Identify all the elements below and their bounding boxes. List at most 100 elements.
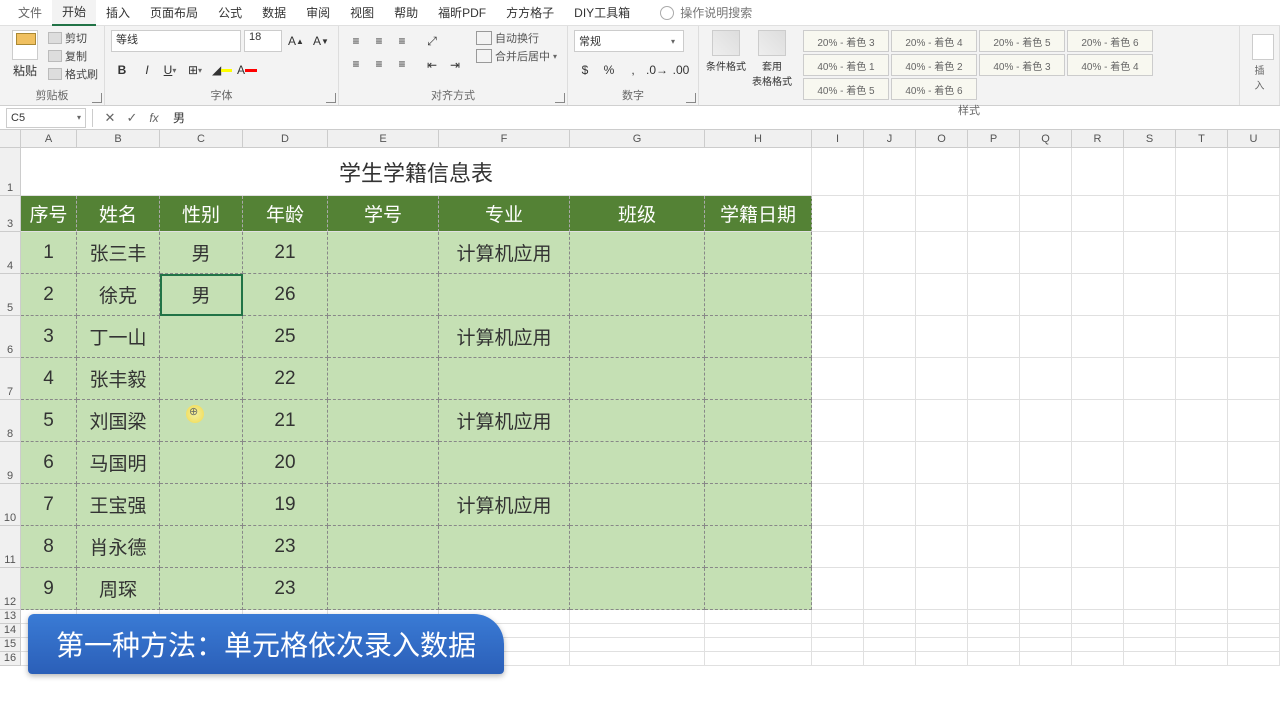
cell[interactable]: [1072, 652, 1124, 666]
header-cell[interactable]: 学籍日期: [705, 196, 812, 232]
style-item[interactable]: 40% - 着色 4: [1067, 54, 1153, 76]
style-item[interactable]: 40% - 着色 2: [891, 54, 977, 76]
data-cell[interactable]: 男: [160, 274, 243, 316]
data-cell[interactable]: 25: [243, 316, 328, 358]
decrease-decimal-button[interactable]: .00: [670, 59, 692, 81]
header-cell[interactable]: 专业: [439, 196, 570, 232]
cell[interactable]: [1072, 526, 1124, 568]
data-cell[interactable]: [328, 316, 439, 358]
increase-decimal-button[interactable]: .0→: [646, 59, 668, 81]
style-item[interactable]: 40% - 着色 6: [891, 78, 977, 100]
column-header[interactable]: R: [1072, 130, 1124, 147]
data-cell[interactable]: 7: [21, 484, 77, 526]
cell[interactable]: [1228, 316, 1280, 358]
clipboard-launcher[interactable]: [92, 93, 102, 103]
increase-indent-button[interactable]: ⇥: [444, 54, 466, 76]
cell[interactable]: [1124, 652, 1176, 666]
cell[interactable]: [812, 196, 864, 232]
align-middle-button[interactable]: ≡: [368, 30, 390, 52]
data-cell[interactable]: [328, 400, 439, 442]
row-header[interactable]: 8: [0, 400, 21, 442]
cell[interactable]: [1228, 358, 1280, 400]
cell[interactable]: [1124, 442, 1176, 484]
data-cell[interactable]: 3: [21, 316, 77, 358]
cell[interactable]: [1020, 638, 1072, 652]
data-cell[interactable]: 张丰毅: [77, 358, 160, 400]
column-header[interactable]: H: [705, 130, 812, 147]
cell[interactable]: [812, 568, 864, 610]
cell[interactable]: [1124, 484, 1176, 526]
cell[interactable]: [812, 148, 864, 196]
cell[interactable]: [705, 624, 812, 638]
column-header[interactable]: U: [1228, 130, 1280, 147]
cell[interactable]: [1176, 358, 1228, 400]
cell[interactable]: [812, 358, 864, 400]
number-launcher[interactable]: [686, 93, 696, 103]
cell[interactable]: [812, 638, 864, 652]
cell[interactable]: [1072, 442, 1124, 484]
cell[interactable]: [864, 624, 916, 638]
cell[interactable]: [968, 196, 1020, 232]
data-cell[interactable]: [705, 400, 812, 442]
merge-center-button[interactable]: 合并后居中▾: [476, 48, 561, 64]
data-cell[interactable]: [328, 232, 439, 274]
percent-button[interactable]: %: [598, 59, 620, 81]
cell[interactable]: [864, 638, 916, 652]
tab-review[interactable]: 审阅: [296, 0, 340, 25]
cell[interactable]: [1228, 568, 1280, 610]
cell[interactable]: [1072, 316, 1124, 358]
cell[interactable]: [1228, 442, 1280, 484]
data-cell[interactable]: 肖永德: [77, 526, 160, 568]
data-cell[interactable]: [570, 232, 705, 274]
column-header[interactable]: J: [864, 130, 916, 147]
data-cell[interactable]: [439, 358, 570, 400]
column-header[interactable]: E: [328, 130, 439, 147]
data-cell[interactable]: [160, 484, 243, 526]
cell[interactable]: [1020, 442, 1072, 484]
column-header[interactable]: I: [812, 130, 864, 147]
cell[interactable]: [1124, 148, 1176, 196]
column-header[interactable]: A: [21, 130, 77, 147]
cell[interactable]: [864, 358, 916, 400]
column-header[interactable]: Q: [1020, 130, 1072, 147]
data-cell[interactable]: [570, 358, 705, 400]
cell[interactable]: [1176, 316, 1228, 358]
tab-formulas[interactable]: 公式: [208, 0, 252, 25]
name-box[interactable]: C5 ▾: [6, 108, 86, 128]
data-cell[interactable]: 计算机应用: [439, 232, 570, 274]
data-cell[interactable]: [570, 400, 705, 442]
cell[interactable]: [968, 624, 1020, 638]
cell[interactable]: [570, 610, 705, 624]
orientation-button[interactable]: ⤢: [421, 30, 443, 52]
cell[interactable]: [864, 568, 916, 610]
font-launcher[interactable]: [326, 93, 336, 103]
cell[interactable]: [1228, 624, 1280, 638]
font-size-combo[interactable]: 18: [244, 30, 282, 52]
bold-button[interactable]: B: [111, 59, 133, 81]
column-header[interactable]: B: [77, 130, 160, 147]
italic-button[interactable]: I: [136, 59, 158, 81]
data-cell[interactable]: [705, 316, 812, 358]
header-cell[interactable]: 班级: [570, 196, 705, 232]
cell[interactable]: [916, 232, 968, 274]
cell[interactable]: [968, 652, 1020, 666]
cell[interactable]: [968, 638, 1020, 652]
column-header[interactable]: D: [243, 130, 328, 147]
conditional-format-button[interactable]: 条件格式: [705, 30, 747, 73]
cell[interactable]: [1176, 652, 1228, 666]
font-color-button[interactable]: A: [236, 59, 258, 81]
data-cell[interactable]: [439, 568, 570, 610]
data-cell[interactable]: [160, 442, 243, 484]
cell[interactable]: [705, 610, 812, 624]
cell[interactable]: [1072, 274, 1124, 316]
copy-button[interactable]: 复制: [48, 48, 98, 64]
data-cell[interactable]: 周琛: [77, 568, 160, 610]
cell[interactable]: [968, 232, 1020, 274]
cell[interactable]: [864, 316, 916, 358]
data-cell[interactable]: [705, 232, 812, 274]
style-item[interactable]: 20% - 着色 6: [1067, 30, 1153, 52]
column-header[interactable]: F: [439, 130, 570, 147]
insert-cells-button[interactable]: 插入: [1246, 30, 1273, 96]
data-cell[interactable]: 23: [243, 568, 328, 610]
cell[interactable]: [916, 274, 968, 316]
